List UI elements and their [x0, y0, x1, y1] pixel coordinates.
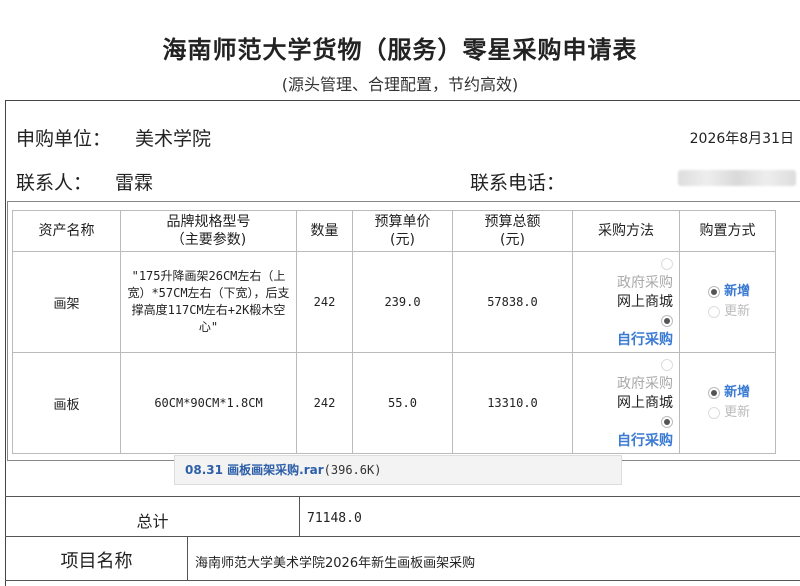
project-value: 海南师范大学美术学院2026年新生画板画架采购	[195, 556, 476, 571]
row-spec: 60CM*90CM*1.8CM	[120, 352, 297, 454]
row-price: 55.0	[352, 352, 453, 454]
method-gov-label: 政府采购	[617, 375, 673, 392]
method-gov-label: 政府采购	[617, 274, 673, 291]
contact-label: 联系人：	[16, 172, 93, 194]
col-header-price: 预算单价 (元)	[352, 210, 453, 252]
method-cell: 政府采购 网上商城 自行采购	[572, 251, 680, 353]
summary-top-border	[5, 496, 800, 497]
row-qty: 242	[296, 251, 353, 353]
buy-cell: 新增 更新	[679, 251, 776, 353]
buy-new-radio[interactable]	[708, 386, 720, 399]
total-label: 总计	[136, 512, 169, 531]
items-table: 资产名称 品牌规格型号 （主要参数) 数量 预算单价 (元) 预算总额 (元) 采购方…	[12, 210, 776, 454]
request-date: 2026年8月31日	[689, 131, 794, 147]
total-value: 71148.0	[307, 511, 362, 526]
method-self-label: 自行采购	[617, 432, 673, 449]
phone-value-redacted	[678, 170, 796, 186]
row-spec: "175升降画架26CM左右（上宽）*57CM左右（下宽），后支撑高度117CM…	[120, 251, 297, 353]
buy-new-label: 新增	[724, 284, 751, 299]
col-header-name: 资产名称	[12, 210, 121, 252]
col-header-total: 预算总额 (元)	[452, 210, 573, 252]
method-self-radio[interactable]	[661, 415, 673, 428]
buy-cell: 新增 更新	[679, 352, 776, 454]
unit-value: 美术学院	[135, 128, 212, 150]
buy-replace-label: 更新	[724, 405, 751, 420]
page-subtitle: (源头管理、合理配置，节约高效)	[281, 75, 519, 94]
row-price: 239.0	[352, 251, 453, 353]
phone-label: 联系电话：	[470, 172, 566, 194]
col-header-qty: 数量	[296, 210, 353, 252]
row-total: 13310.0	[452, 352, 573, 454]
summary-divider	[299, 496, 300, 536]
summary-mid-border	[5, 536, 800, 537]
project-divider	[187, 536, 188, 580]
contact-value: 雷霖	[115, 172, 154, 194]
method-gov-radio[interactable]	[661, 257, 673, 270]
method-self-radio[interactable]	[661, 314, 673, 327]
row-name: 画板	[12, 352, 121, 454]
page-title: 海南师范大学货物（服务）零星采购申请表	[162, 36, 638, 64]
table-row: 画架 "175升降画架26CM左右（上宽）*57CM左右（下宽），后支撑高度11…	[12, 251, 776, 353]
unit-label: 申购单位：	[16, 128, 112, 150]
buy-replace-radio[interactable]	[708, 406, 720, 419]
row-name: 画架	[12, 251, 121, 353]
row-total: 57838.0	[452, 251, 573, 353]
method-online-label: 网上商城	[617, 293, 673, 310]
col-header-buy: 购置方式	[679, 210, 776, 252]
project-label: 项目名称	[60, 551, 133, 572]
method-online-label: 网上商城	[617, 394, 673, 411]
method-gov-radio[interactable]	[661, 358, 673, 371]
method-cell: 政府采购 网上商城 自行采购	[572, 352, 680, 454]
table-header-row: 资产名称 品牌规格型号 （主要参数) 数量 预算单价 (元) 预算总额 (元) 采购方…	[12, 210, 776, 252]
col-header-spec: 品牌规格型号 （主要参数)	[120, 210, 297, 252]
row-qty: 242	[296, 352, 353, 454]
buy-replace-radio[interactable]	[708, 305, 720, 318]
method-self-label: 自行采购	[617, 331, 673, 348]
attachment-link[interactable]: 08.31 画板画架采购.rar	[185, 463, 324, 477]
buy-new-label: 新增	[724, 385, 751, 400]
attachment-size: (396.6K)	[323, 463, 382, 477]
col-header-method: 采购方法	[572, 210, 680, 252]
buy-new-radio[interactable]	[708, 285, 720, 298]
form-top-border	[5, 100, 800, 101]
summary-bottom-border	[5, 580, 800, 581]
table-row: 画板 60CM*90CM*1.8CM 242 55.0 13310.0 政府采购…	[12, 352, 776, 454]
buy-replace-label: 更新	[724, 304, 751, 319]
attachment-bar: 08.31 画板画架采购.rar(396.6K)	[174, 455, 622, 485]
